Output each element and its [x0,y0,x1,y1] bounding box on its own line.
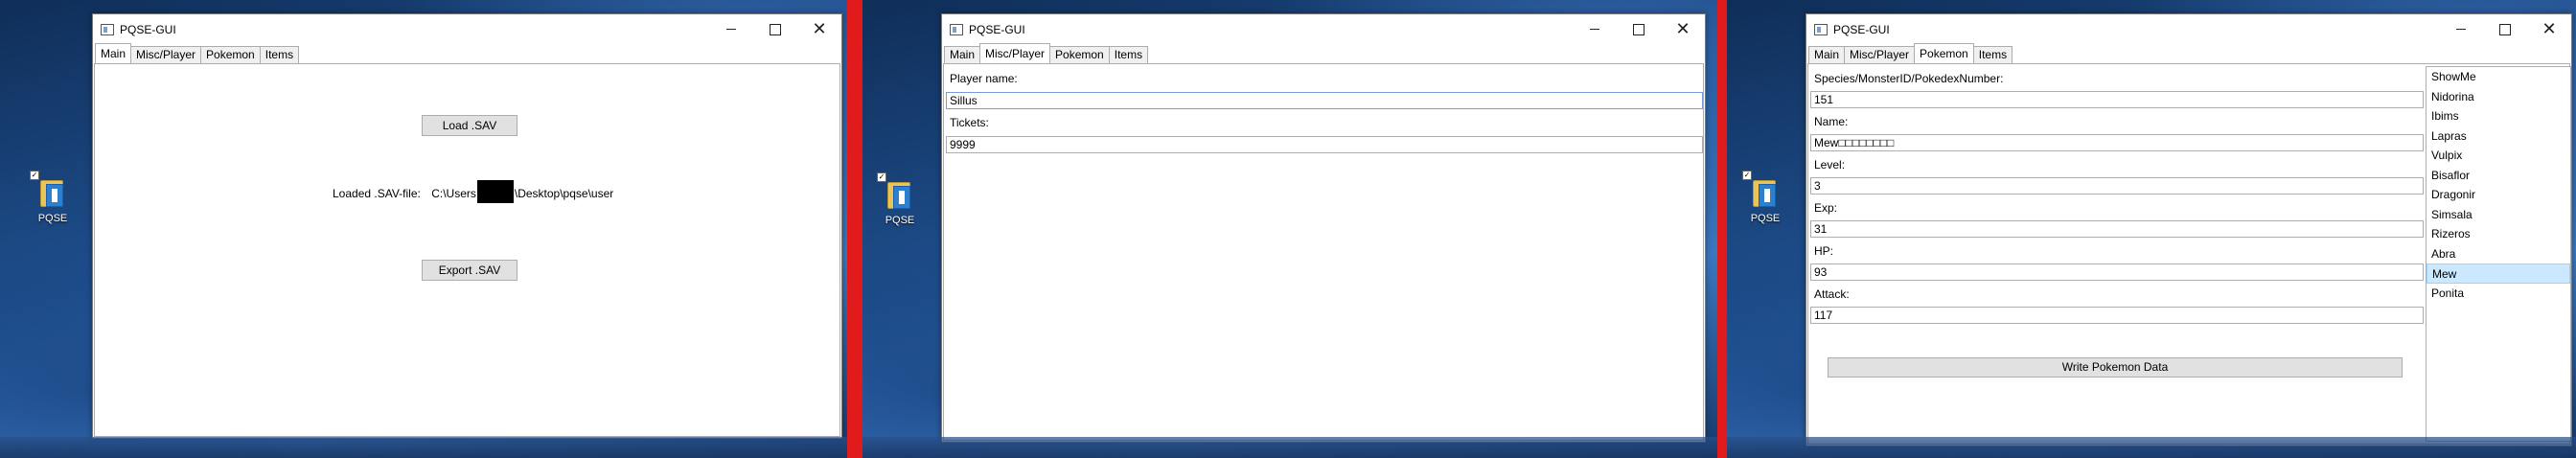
level-label: Level: [1814,158,1846,172]
app-window-pokemon: PQSE-GUI ✕ Main Misc/Player Pokemon Item… [1806,13,2572,447]
app-icon [950,23,963,35]
attack-label: Attack: [1814,287,1850,301]
folder-icon [886,178,914,211]
path-prefix: C:\Users [431,187,476,201]
app-window-main: PQSE-GUI ✕ Main Misc/Player Pokemon Item… [92,13,842,439]
species-input[interactable]: 151 [1810,91,2424,108]
tab-main[interactable]: Main [95,43,132,63]
tab-main[interactable]: Main [1808,46,1846,63]
tab-items[interactable]: Items [259,46,300,63]
list-item[interactable]: Lapras [2426,126,2570,147]
list-item[interactable]: Abra [2426,244,2570,264]
window-title: PQSE-GUI [969,22,1025,36]
name-label: Name: [1814,115,1849,128]
tab-items[interactable]: Items [1108,46,1149,63]
name-input[interactable]: Mew□□□□□□□□ [1810,134,2424,151]
desktop-icon-label: PQSE [1750,213,1781,224]
hp-input[interactable]: 93 [1810,263,2424,281]
tab-main[interactable]: Main [944,46,981,63]
maximize-icon[interactable] [2483,14,2527,44]
desktop-icon-pqse[interactable]: ✓ PQSE [24,171,81,224]
window-title: PQSE-GUI [1833,22,1890,36]
list-item[interactable]: Nidorina [2426,87,2570,107]
attack-input[interactable]: 117 [1810,307,2424,324]
title-bar[interactable]: PQSE-GUI ✕ [942,14,1705,44]
tab-content-main: Load .SAV Loaded .SAV-file: C:\Users \Des… [94,63,840,437]
hp-label: HP: [1814,244,1834,258]
load-sav-button[interactable]: Load .SAV [422,115,518,136]
path-suffix: \Desktop\pqse\user [514,187,614,201]
folder-icon [38,176,67,209]
tab-misc-player[interactable]: Misc/Player [130,46,202,63]
tab-pokemon[interactable]: Pokemon [1049,46,1110,63]
minimize-icon[interactable] [709,14,753,44]
list-item[interactable]: Ponita [2426,284,2570,304]
desktop-panel-1: ✓ PQSE PQSE-GUI ✕ Main Misc/Player Pokem… [0,0,847,458]
app-icon [1814,23,1828,35]
desktop-icon-label: PQSE [37,213,68,224]
desktop-panel-2: ✓ PQSE PQSE-GUI ✕ Main Misc/Player Pokem… [862,0,1717,458]
species-label: Species/MonsterID/PokedexNumber: [1814,72,2004,85]
minimize-icon[interactable] [2439,14,2483,44]
write-pokemon-data-button[interactable]: Write Pokemon Data [1828,357,2403,378]
app-window-misc: PQSE-GUI ✕ Main Misc/Player Pokemon Item… [941,13,1706,443]
desktop-icon-pqse[interactable]: ✓ PQSE [1736,171,1794,224]
title-bar[interactable]: PQSE-GUI ✕ [93,14,841,44]
redacted-username [476,180,514,203]
title-bar[interactable]: PQSE-GUI ✕ [1806,14,2571,44]
tab-items[interactable]: Items [1972,46,2013,63]
tab-strip: Main Misc/Player Pokemon Items [1806,43,2571,63]
desktop-icon-pqse[interactable]: ✓ PQSE [871,172,929,226]
tab-pokemon[interactable]: Pokemon [1914,43,1974,63]
taskbar [862,437,1717,458]
maximize-icon[interactable] [753,14,797,44]
maximize-icon[interactable] [1617,14,1661,44]
close-icon[interactable]: ✕ [2527,14,2571,44]
separator-bar [847,0,862,458]
tab-pokemon[interactable]: Pokemon [200,46,261,63]
tab-misc-player[interactable]: Misc/Player [979,43,1051,63]
list-item[interactable]: Ibims [2426,106,2570,126]
pokemon-listbox[interactable]: ShowMe Nidorina Ibims Lapras Vulpix Bisa… [2426,66,2571,442]
list-item[interactable]: Bisaflor [2426,166,2570,186]
minimize-icon[interactable] [1573,14,1617,44]
close-icon[interactable]: ✕ [797,14,841,44]
tab-strip: Main Misc/Player Pokemon Items [942,43,1705,63]
tickets-label: Tickets: [950,116,989,129]
window-title: PQSE-GUI [120,22,176,36]
desktop-panel-3: ✓ PQSE PQSE-GUI ✕ Main Misc/Player Pokem… [1727,0,2576,458]
list-item[interactable]: ShowMe [2426,67,2570,87]
taskbar [1727,437,2576,458]
close-icon[interactable]: ✕ [1661,14,1705,44]
taskbar [0,437,847,458]
separator-bar [1717,0,1727,458]
tab-content-misc: Player name: Sillus Tickets: 9999 [943,63,1704,441]
app-icon [101,23,114,35]
player-name-label: Player name: [950,72,1018,85]
tab-strip: Main Misc/Player Pokemon Items [93,43,841,63]
exp-input[interactable]: 31 [1810,220,2424,238]
loaded-file-label: Loaded .SAV-file: [333,187,421,201]
tab-content-pokemon: Species/MonsterID/PokedexNumber: 151 Nam… [1807,63,2571,445]
export-sav-button[interactable]: Export .SAV [422,260,518,281]
tickets-input[interactable]: 9999 [946,136,1703,153]
loaded-file-row: Loaded .SAV-file: C:\Users \Desktop\pqse\… [333,180,614,203]
folder-icon [1751,176,1780,209]
list-item[interactable]: Rizeros [2426,224,2570,244]
level-input[interactable]: 3 [1810,177,2424,195]
list-item[interactable]: Vulpix [2426,146,2570,166]
list-item[interactable]: Dragonir [2426,185,2570,205]
player-name-input[interactable]: Sillus [946,92,1703,109]
list-item-selected[interactable]: Mew [2426,263,2570,284]
exp-label: Exp: [1814,201,1838,215]
tab-misc-player[interactable]: Misc/Player [1844,46,1916,63]
desktop-icon-label: PQSE [885,215,915,226]
list-item[interactable]: Simsala [2426,205,2570,225]
